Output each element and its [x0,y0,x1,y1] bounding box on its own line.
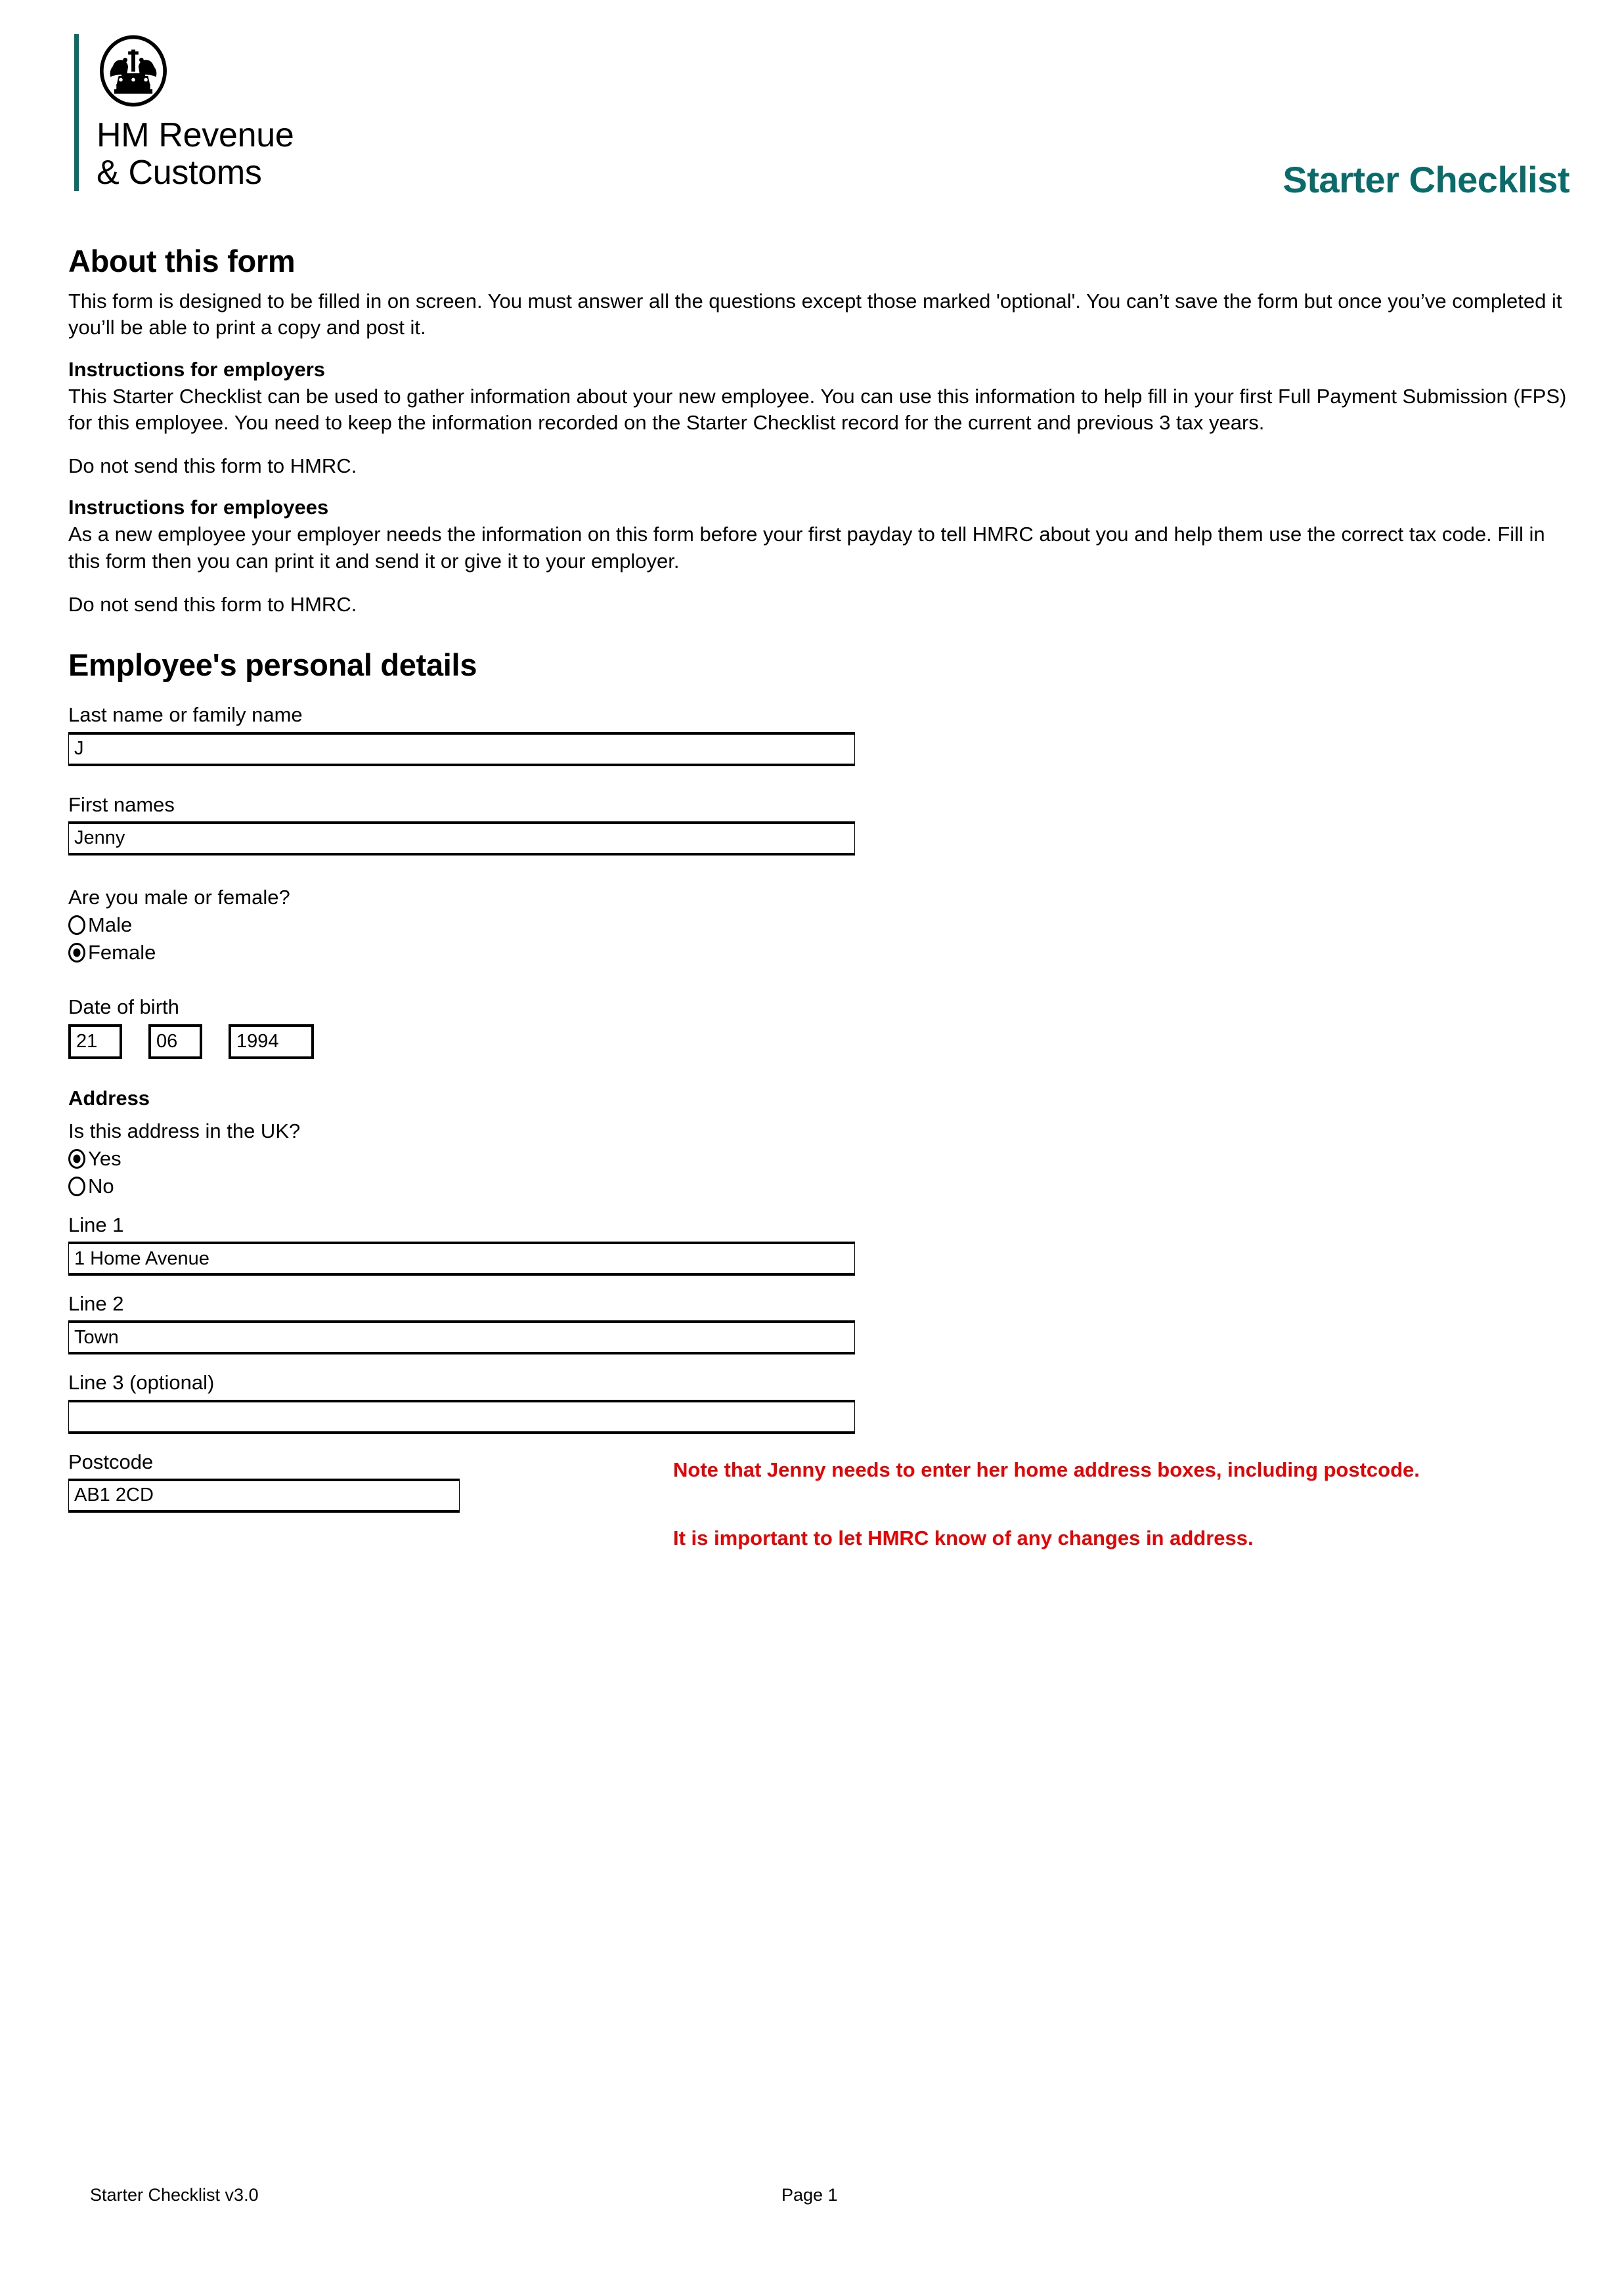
postcode-input[interactable]: AB1 2CD [68,1478,460,1513]
dob-month-input[interactable]: 06 [148,1024,202,1059]
gender-option-male-label: Male [88,913,133,936]
instructions-employers-text: This Starter Checklist can be used to ga… [68,384,1567,434]
address-line1-input[interactable]: 1 Home Avenue [68,1242,855,1276]
radio-female-icon[interactable] [68,942,85,963]
address-line3-input[interactable] [68,1399,855,1434]
dob-day-input[interactable]: 21 [68,1024,122,1059]
gender-field-group: Are you male or female? Male Female [68,886,1569,964]
last-name-field-group: Last name or family name J [68,703,1569,766]
logo-text-line2: & Customs [97,153,262,192]
footer-page-number: Page 1 [781,2185,838,2205]
address-uk-option-no[interactable]: No [68,1175,1569,1198]
instructions-employers-heading: Instructions for employers [68,357,326,381]
annotation-changes-note: It is important to let HMRC know of any … [673,1527,1254,1550]
about-intro-text: This form is designed to be filled in on… [68,290,1562,339]
gender-option-female[interactable]: Female [68,941,1569,964]
address-line2-input[interactable]: Town [68,1320,855,1355]
document-title: Starter Checklist [1283,159,1569,200]
annotation-block: Note that Jenny needs to enter her home … [673,1457,1527,1552]
about-this-form-heading: About this form [68,244,296,278]
employees-do-not-send-note: Do not send this form to HMRC. [68,593,357,617]
hmrc-logo: HM Revenue & Customs [74,34,294,192]
gender-option-female-label: Female [88,940,156,964]
gender-option-male[interactable]: Male [68,913,1569,937]
last-name-label: Last name or family name [68,703,303,727]
page-header: HM Revenue & Customs Starter Checklist [0,0,1624,217]
dob-year-input[interactable]: 1994 [229,1024,314,1059]
employee-personal-details-heading: Employee's personal details [68,647,477,683]
address-line3-label: Line 3 (optional) [68,1371,215,1395]
first-names-label: First names [68,792,175,816]
annotation-address-note: Note that Jenny needs to enter her home … [673,1458,1420,1481]
radio-male-icon[interactable] [68,915,85,935]
starter-checklist-page: HM Revenue & Customs Starter Checklist A… [0,0,1624,2296]
logo-content: HM Revenue & Customs [97,34,294,191]
last-name-input[interactable]: J [68,731,855,766]
address-line1-label: Line 1 [68,1213,124,1236]
address-line2-label: Line 2 [68,1292,124,1316]
page-footer: Starter Checklist v3.0 Page 1 [0,2185,1624,2224]
employers-do-not-send-note: Do not send this form to HMRC. [68,454,357,478]
instructions-employees-heading: Instructions for employees [68,496,329,519]
logo-text-line1: HM Revenue [97,116,294,154]
address-uk-option-yes-label: Yes [88,1146,121,1170]
address-uk-question-group: Is this address in the UK? Yes No [68,1119,1569,1198]
first-names-field-group: First names Jenny [68,792,1569,856]
address-line3-field-group: Line 3 (optional) [68,1370,1569,1434]
date-of-birth-label: Date of birth [68,995,179,1018]
logo-accent-bar [74,34,79,192]
address-section-heading: Address [68,1086,150,1110]
radio-yes-icon[interactable] [68,1148,85,1169]
crown-icon [100,35,167,107]
address-line2-field-group: Line 2 Town [68,1291,1569,1355]
form-content: About this form This form is designed to… [68,243,1569,1513]
date-of-birth-field-group: Date of birth 21 06 1994 [68,995,1569,1059]
instructions-employees-text: As a new employee your employer needs th… [68,523,1545,573]
address-uk-option-yes[interactable]: Yes [68,1147,1569,1171]
address-line1-field-group: Line 1 1 Home Avenue [68,1213,1569,1276]
address-uk-option-no-label: No [88,1174,114,1198]
gender-question-label: Are you male or female? [68,885,290,909]
date-of-birth-inputs: 21 06 1994 [68,1024,1569,1059]
footer-version-label: Starter Checklist v3.0 [90,2185,259,2205]
address-uk-question-label: Is this address in the UK? [68,1119,301,1142]
radio-no-icon[interactable] [68,1176,85,1196]
first-names-input[interactable]: Jenny [68,821,855,856]
